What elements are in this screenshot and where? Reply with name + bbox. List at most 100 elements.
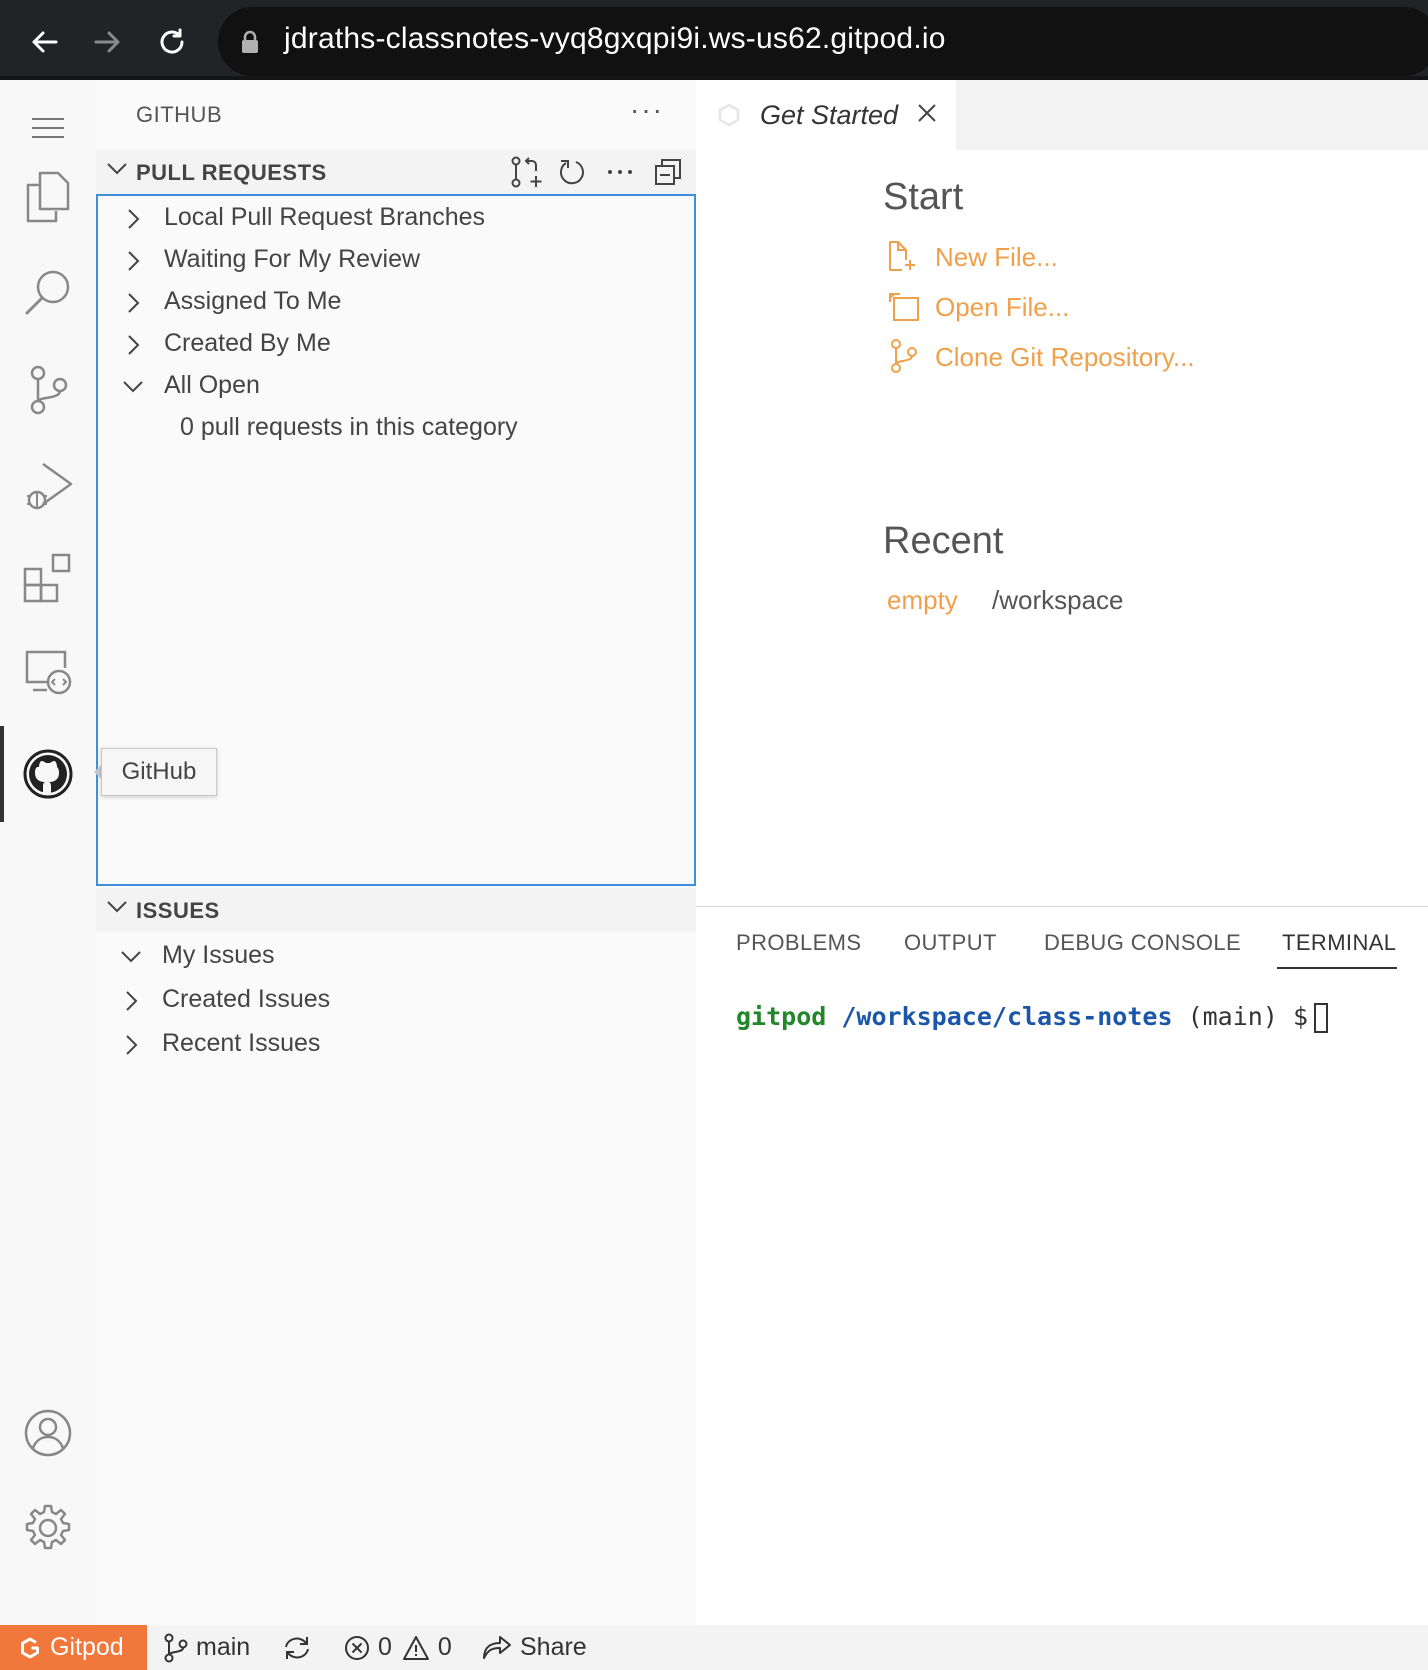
recent-workspace-path: /workspace <box>992 585 1124 615</box>
issues-section-header[interactable]: ISSUES <box>96 888 696 932</box>
recent-workspace-link[interactable]: empty <box>887 585 958 616</box>
editor-tab-strip: Get Started <box>696 80 1428 150</box>
pull-requests-section-header[interactable]: PULL REQUESTS <box>96 150 696 194</box>
gitpod-logo-icon <box>21 1637 39 1658</box>
hamburger-menu-icon <box>32 118 64 138</box>
terminal-cursor <box>1314 1003 1329 1033</box>
tab-get-started[interactable]: Get Started <box>696 80 956 150</box>
tree-item[interactable]: Local Pull Request Branches <box>98 196 694 238</box>
branch-status[interactable]: main <box>164 1625 250 1670</box>
error-icon <box>345 1635 369 1660</box>
terminal-prompt[interactable]: gitpod /workspace/class-notes (main) $ <box>736 1002 1329 1033</box>
chevron-right-icon <box>124 990 138 1012</box>
tree-item[interactable]: Waiting For My Review <box>98 238 694 280</box>
create-pull-request-button[interactable] <box>510 156 542 188</box>
url-text[interactable]: jdraths-classnotes-vyq8gxqpi9i.ws-us62.g… <box>284 22 946 56</box>
chevron-down-icon <box>106 162 128 176</box>
gitpod-button[interactable]: Gitpod <box>0 1625 147 1670</box>
lock-icon <box>240 30 260 54</box>
browser-toolbar: jdraths-classnotes-vyq8gxqpi9i.ws-us62.g… <box>0 0 1428 80</box>
git-clone-icon <box>890 338 918 374</box>
chevron-right-icon <box>126 334 140 356</box>
active-tab-underline <box>1277 967 1397 969</box>
github-tooltip: GitHub <box>101 748 217 796</box>
close-icon[interactable] <box>916 102 938 124</box>
problems-status[interactable]: 0 0 <box>344 1625 452 1670</box>
search-button[interactable] <box>0 244 96 340</box>
collapse-all-icon <box>655 159 681 185</box>
tree-item-label: Assigned To Me <box>164 287 342 315</box>
issues-title: ISSUES <box>136 898 220 923</box>
tab-problems[interactable]: PROBLEMS <box>736 930 861 956</box>
sidebar-more-button[interactable]: ··· <box>630 94 664 126</box>
panel-divider <box>696 906 1428 907</box>
refresh-icon <box>559 160 584 185</box>
error-count: 0 <box>378 1633 392 1661</box>
share-button[interactable]: Share <box>482 1625 587 1670</box>
extensions-icon <box>23 553 71 603</box>
share-icon <box>483 1635 511 1659</box>
git-pull-request-create-icon <box>511 156 542 188</box>
recent-heading: Recent <box>883 520 1004 562</box>
pull-requests-title: PULL REQUESTS <box>136 160 327 185</box>
open-file-icon <box>888 292 920 322</box>
more-actions-button[interactable] <box>604 156 636 188</box>
search-icon <box>25 270 70 315</box>
new-file-link[interactable]: New File... <box>935 242 1058 273</box>
chevron-down-icon <box>106 900 128 914</box>
tab-output[interactable]: OUTPUT <box>904 930 997 956</box>
forward-button[interactable] <box>84 18 132 66</box>
settings-button[interactable] <box>0 1480 96 1576</box>
ellipsis-icon <box>608 170 632 174</box>
github-sidebar: GITHUB ··· PULL REQUESTS Local Pull Requ… <box>96 80 696 1625</box>
tab-label: Get Started <box>760 100 899 130</box>
chevron-right-icon <box>124 1034 138 1056</box>
tab-terminal[interactable]: TERMINAL <box>1282 930 1396 956</box>
refresh-button[interactable] <box>556 156 588 188</box>
clone-repository-link[interactable]: Clone Git Repository... <box>935 342 1195 373</box>
files-icon <box>26 171 70 223</box>
explorer-button[interactable] <box>0 149 96 245</box>
chevron-right-icon <box>126 250 140 272</box>
gitpod-logo-icon <box>716 102 742 128</box>
tree-item[interactable]: Recent Issues <box>96 1022 692 1064</box>
tab-debug-console[interactable]: DEBUG CONSOLE <box>1044 930 1241 956</box>
run-debug-button[interactable] <box>0 438 96 534</box>
collapse-all-button[interactable] <box>652 156 684 188</box>
tree-item-label: Created Issues <box>162 985 331 1013</box>
chevron-down-icon <box>120 950 142 964</box>
tree-item-label: Created By Me <box>164 329 331 357</box>
tree-item[interactable]: Created Issues <box>96 978 692 1020</box>
reload-button[interactable] <box>148 18 196 66</box>
git-branch-icon <box>164 1633 188 1662</box>
sync-icon <box>285 1636 309 1659</box>
sidebar-title: GITHUB <box>136 102 223 127</box>
remote-explorer-icon <box>25 650 72 695</box>
sync-button[interactable] <box>282 1625 320 1670</box>
reload-icon <box>160 28 184 54</box>
open-file-link[interactable]: Open File... <box>935 292 1069 323</box>
activity-bar <box>0 80 96 1625</box>
arrow-right-icon <box>94 31 120 53</box>
tree-item-label: Recent Issues <box>162 1029 321 1057</box>
extensions-button[interactable] <box>0 530 96 626</box>
back-button[interactable] <box>20 18 68 66</box>
github-button[interactable] <box>0 726 96 822</box>
terminal-prompt-symbol: $ <box>1292 1002 1309 1031</box>
remote-explorer-button[interactable] <box>0 624 96 720</box>
github-icon <box>23 749 73 799</box>
tree-item[interactable]: All Open <box>98 364 694 406</box>
source-control-button[interactable] <box>0 342 96 438</box>
arrow-left-icon <box>32 31 58 53</box>
tree-item[interactable]: Assigned To Me <box>98 280 694 322</box>
tree-item[interactable]: My Issues <box>96 934 692 976</box>
warning-icon <box>402 1635 429 1660</box>
accounts-button[interactable] <box>0 1385 96 1481</box>
terminal-user: gitpod <box>736 1002 827 1031</box>
run-debug-icon <box>27 462 73 510</box>
tree-item[interactable]: Created By Me <box>98 322 694 364</box>
warning-count: 0 <box>437 1633 452 1661</box>
share-label: Share <box>520 1633 587 1661</box>
empty-message-text: 0 pull requests in this category <box>180 413 518 441</box>
chevron-right-icon <box>126 208 140 230</box>
